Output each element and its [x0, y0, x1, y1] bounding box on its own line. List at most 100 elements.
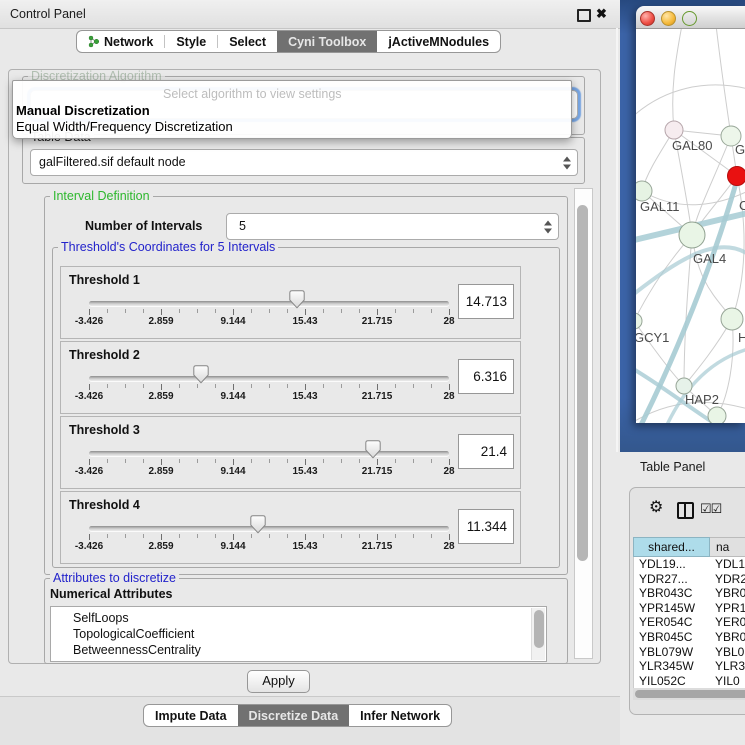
option-equal-width-frequency[interactable]: Equal Width/Frequency Discretization [16, 119, 233, 134]
tick-label: 2.859 [121, 391, 201, 402]
tick-label: 15.43 [265, 316, 345, 327]
minimize-traffic-light-icon[interactable] [661, 11, 676, 26]
node-bottom[interactable] [708, 407, 726, 423]
column-header-shared-name[interactable]: shared... [633, 537, 710, 557]
cell: YER0 [709, 615, 745, 630]
table-row[interactable]: YBR045CYBR0 [634, 630, 745, 645]
panel-scrollbar[interactable] [574, 188, 593, 659]
table-row[interactable]: YDR27...YDR2 [634, 572, 745, 587]
list-item[interactable]: TopologicalCoefficient [51, 626, 546, 642]
tick-label: -3.426 [49, 541, 129, 552]
tick-label: 2.859 [121, 541, 201, 552]
slider-handle[interactable] [193, 365, 209, 384]
node-right-mid[interactable] [721, 308, 743, 330]
table-panel-region: Table Panel ⚙ ☑☑ shared... na YDL19...YD… [620, 452, 745, 745]
apply-button[interactable]: Apply [247, 670, 310, 693]
list-item[interactable]: BetweennessCentrality [51, 642, 546, 658]
threshold-3-value-field[interactable]: 21.4 [458, 434, 514, 469]
table-row[interactable]: YDL19...YDL1 [634, 557, 745, 572]
slider-major-ticks [89, 384, 450, 390]
column-header-name[interactable]: na [710, 537, 745, 557]
tab-infer-network[interactable]: Infer Network [349, 705, 451, 726]
cell: YDR27... [634, 572, 709, 587]
threshold-4-value-field[interactable]: 11.344 [458, 509, 514, 544]
gear-icon[interactable]: ⚙ [649, 497, 663, 517]
tab-select[interactable]: Select [218, 31, 277, 52]
tab-style[interactable]: Style [165, 31, 217, 52]
tab-discretize-data[interactable]: Discretize Data [238, 705, 350, 726]
tab-cyni-toolbox-label: Cyni Toolbox [288, 35, 366, 49]
network-window[interactable]: GAL80 G C GAL11 GAL4 GCY1 H HAP2 [636, 6, 745, 423]
zoom-traffic-light-icon[interactable] [682, 11, 697, 26]
numerical-attributes-label: Numerical Attributes [50, 587, 172, 601]
tab-jactivemnodules-label: jActiveMNodules [388, 35, 489, 49]
table-row[interactable]: YPR145WYPR1 [634, 601, 745, 616]
tab-infer-network-label: Infer Network [360, 709, 440, 723]
tab-network[interactable]: Network [77, 31, 164, 52]
list-scrollbar[interactable] [531, 608, 545, 660]
threshold-3-slider[interactable] [89, 443, 449, 467]
node-gal80[interactable] [665, 121, 683, 139]
panel-scrollbar-thumb[interactable] [577, 205, 588, 561]
tick-label: 15.43 [265, 391, 345, 402]
table-data-combobox[interactable]: galFiltered.sif default node [30, 149, 578, 176]
cell: YER054C [634, 615, 709, 630]
close-icon[interactable]: ✖ [596, 6, 607, 22]
tab-impute-data[interactable]: Impute Data [144, 705, 238, 726]
network-canvas[interactable]: GAL80 G C GAL11 GAL4 GCY1 H HAP2 [636, 29, 745, 423]
slider-handle[interactable] [250, 515, 266, 534]
threshold-3-label: Threshold 3 [69, 423, 140, 437]
threshold-2-value-field[interactable]: 6.316 [458, 359, 514, 394]
list-item[interactable]: SelfLoops [51, 607, 546, 626]
table-row[interactable]: YIL052CYIL0 [634, 674, 745, 688]
table-row[interactable]: YBL079WYBL0 [634, 645, 745, 660]
table-horizontal-scrollbar[interactable] [633, 688, 745, 700]
table-row[interactable]: YER054CYER0 [634, 615, 745, 630]
tick-label: -3.426 [49, 466, 129, 477]
control-panel-titlebar: Control Panel ✖ [0, 0, 620, 29]
float-window-icon[interactable] [577, 9, 591, 22]
table-row[interactable]: YBR043CYBR0 [634, 586, 745, 601]
network-icon [88, 35, 99, 48]
tab-cyni-toolbox[interactable]: Cyni Toolbox [277, 31, 377, 52]
cell: YBR0 [709, 630, 745, 645]
cell: YBR045C [634, 630, 709, 645]
threshold-4-slider[interactable] [89, 518, 449, 542]
cell: YPR145W [634, 601, 709, 616]
slider-handle[interactable] [289, 290, 305, 309]
cell: YBR0 [709, 586, 745, 601]
threshold-1-value-field[interactable]: 14.713 [458, 284, 514, 319]
node-gcy1[interactable] [636, 313, 642, 329]
list-scrollbar-thumb[interactable] [534, 610, 544, 648]
node-label-gal80: GAL80 [672, 138, 712, 153]
slider-handle[interactable] [365, 440, 381, 459]
tab-select-label: Select [229, 35, 266, 49]
checkbox-icons[interactable]: ☑☑ [700, 501, 721, 517]
tick-label: 21.715 [337, 316, 417, 327]
threshold-1-label: Threshold 1 [69, 273, 140, 287]
table-hscrollbar-thumb[interactable] [635, 690, 745, 698]
panel-title: Control Panel [10, 0, 86, 28]
number-of-intervals-combobox[interactable]: 5 [226, 213, 559, 240]
node-selected-red[interactable] [728, 167, 745, 186]
screen: Control Panel ✖ Network Style Select Cyn… [0, 0, 745, 745]
close-traffic-light-icon[interactable] [640, 11, 655, 26]
table-row[interactable]: YLR345WYLR3 [634, 659, 745, 674]
threshold-1-slider[interactable] [89, 293, 449, 317]
node-gal11[interactable] [636, 181, 652, 201]
threshold-4-label: Threshold 4 [69, 498, 140, 512]
split-columns-icon[interactable] [677, 502, 694, 519]
slider-track [89, 526, 449, 531]
network-window-titlebar[interactable] [636, 6, 745, 29]
numerical-attributes-list[interactable]: SelfLoops TopologicalCoefficient Between… [50, 606, 547, 662]
option-manual-discretization[interactable]: Manual Discretization [16, 103, 150, 118]
cell: YIL052C [634, 674, 709, 688]
table-panel: ⚙ ☑☑ shared... na YDL19...YDL1 YDR27...Y… [629, 487, 745, 715]
node-gal4[interactable] [679, 222, 705, 248]
tab-jactivemnodules[interactable]: jActiveMNodules [377, 31, 500, 52]
panel-splitter[interactable] [616, 28, 618, 452]
cell: YDL19... [634, 557, 709, 572]
node-label-partial: H [738, 330, 745, 345]
table-body[interactable]: YDL19...YDL1 YDR27...YDR2 YBR043CYBR0 YP… [633, 557, 745, 688]
threshold-2-slider[interactable] [89, 368, 449, 392]
